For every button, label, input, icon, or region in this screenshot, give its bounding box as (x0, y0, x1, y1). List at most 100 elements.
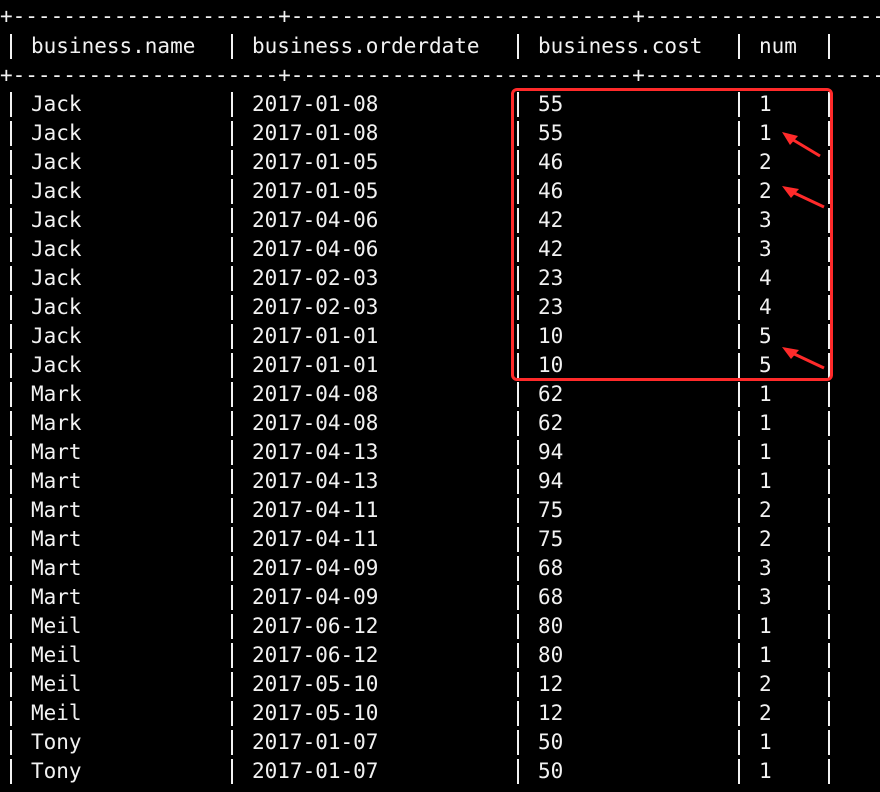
column-separator (828, 672, 830, 697)
column-separator (10, 353, 12, 378)
table-header-row: business.name business.orderdate busines… (0, 32, 880, 61)
table-cell: 12 (538, 701, 564, 725)
table-cell: 2017-04-06 (252, 208, 379, 232)
table-cell: 68 (538, 585, 564, 609)
table-cell: 2017-04-09 (252, 556, 379, 580)
table-cell: 2017-06-12 (252, 643, 379, 667)
table-cell: 2017-01-07 (252, 730, 379, 754)
table-cell: 3 (759, 585, 772, 609)
column-separator (10, 150, 12, 175)
red-arrow-icon (782, 347, 825, 370)
table-cell: 75 (538, 498, 564, 522)
column-separator (517, 759, 519, 784)
column-separator (10, 672, 12, 697)
column-separator (828, 440, 830, 465)
column-separator (10, 643, 12, 668)
table-cell: 62 (538, 382, 564, 406)
table-cell: 2017-04-08 (252, 411, 379, 435)
column-separator (231, 34, 233, 59)
column-separator (828, 701, 830, 726)
table-cell: 1 (759, 643, 772, 667)
column-separator (10, 92, 12, 117)
header-business-orderdate: business.orderdate (252, 34, 480, 58)
column-separator (517, 556, 519, 581)
table-cell: 94 (538, 440, 564, 464)
table-cell: 2017-04-13 (252, 469, 379, 493)
column-separator (517, 701, 519, 726)
red-arrow-icon (782, 132, 821, 158)
table-cell: 12 (538, 672, 564, 696)
table-cell: 2017-01-01 (252, 353, 379, 377)
column-separator (738, 585, 740, 610)
column-separator (828, 585, 830, 610)
column-separator (231, 498, 233, 523)
table-row: Meil 2017-05-10 12 2 (0, 699, 880, 728)
column-separator (517, 382, 519, 407)
column-separator (231, 92, 233, 117)
column-separator (10, 701, 12, 726)
column-separator (10, 382, 12, 407)
column-separator (231, 469, 233, 494)
column-separator (828, 382, 830, 407)
column-separator (828, 34, 830, 59)
table-cell: Jack (31, 121, 82, 145)
column-separator (828, 556, 830, 581)
table-row: Mart 2017-04-11 75 2 (0, 525, 880, 554)
table-cell: Jack (31, 266, 82, 290)
column-separator (231, 121, 233, 146)
column-separator (231, 411, 233, 436)
column-separator (517, 440, 519, 465)
table-cell: 80 (538, 643, 564, 667)
column-separator (517, 672, 519, 697)
column-separator (231, 527, 233, 552)
table-cell: 50 (538, 730, 564, 754)
table-cell: Jack (31, 353, 82, 377)
column-separator (231, 179, 233, 204)
column-separator (517, 730, 519, 755)
column-separator (517, 643, 519, 668)
table-cell: 1 (759, 614, 772, 638)
column-separator (231, 353, 233, 378)
column-separator (231, 585, 233, 610)
table-cell: Jack (31, 150, 82, 174)
column-separator (738, 614, 740, 639)
column-separator (828, 730, 830, 755)
table-cell: 1 (759, 382, 772, 406)
column-separator (828, 614, 830, 639)
table-row: Tony 2017-01-07 50 1 (0, 757, 880, 786)
table-cell: 2 (759, 498, 772, 522)
table-cell: 2017-01-08 (252, 121, 379, 145)
table-cell: Mart (31, 469, 82, 493)
column-separator (231, 672, 233, 697)
column-separator (517, 411, 519, 436)
table-cell: Tony (31, 730, 82, 754)
column-separator (10, 556, 12, 581)
column-separator (231, 266, 233, 291)
column-separator (738, 498, 740, 523)
column-separator (10, 527, 12, 552)
column-separator (828, 469, 830, 494)
column-separator (10, 121, 12, 146)
table-cell: Jack (31, 237, 82, 261)
column-separator (517, 585, 519, 610)
table-row: Meil 2017-06-12 80 1 (0, 612, 880, 641)
header-num: num (759, 34, 797, 58)
table-row: Mark 2017-04-08 62 1 (0, 409, 880, 438)
table-cell: 2017-01-07 (252, 759, 379, 783)
header-business-cost: business.cost (538, 34, 703, 58)
table-row: Mark 2017-04-08 62 1 (0, 380, 880, 409)
column-separator (738, 527, 740, 552)
table-cell: Mart (31, 498, 82, 522)
table-cell: 2017-04-06 (252, 237, 379, 261)
column-separator (10, 295, 12, 320)
table-border-header: +---------------------+-----------------… (0, 63, 880, 87)
table-cell: 2017-05-10 (252, 672, 379, 696)
table-cell: Jack (31, 208, 82, 232)
table-cell: 80 (538, 614, 564, 638)
table-cell: Meil (31, 643, 82, 667)
column-separator (231, 614, 233, 639)
table-cell: Mark (31, 382, 82, 406)
table-row: Mart 2017-04-11 75 2 (0, 496, 880, 525)
table-cell: 50 (538, 759, 564, 783)
column-separator (10, 498, 12, 523)
